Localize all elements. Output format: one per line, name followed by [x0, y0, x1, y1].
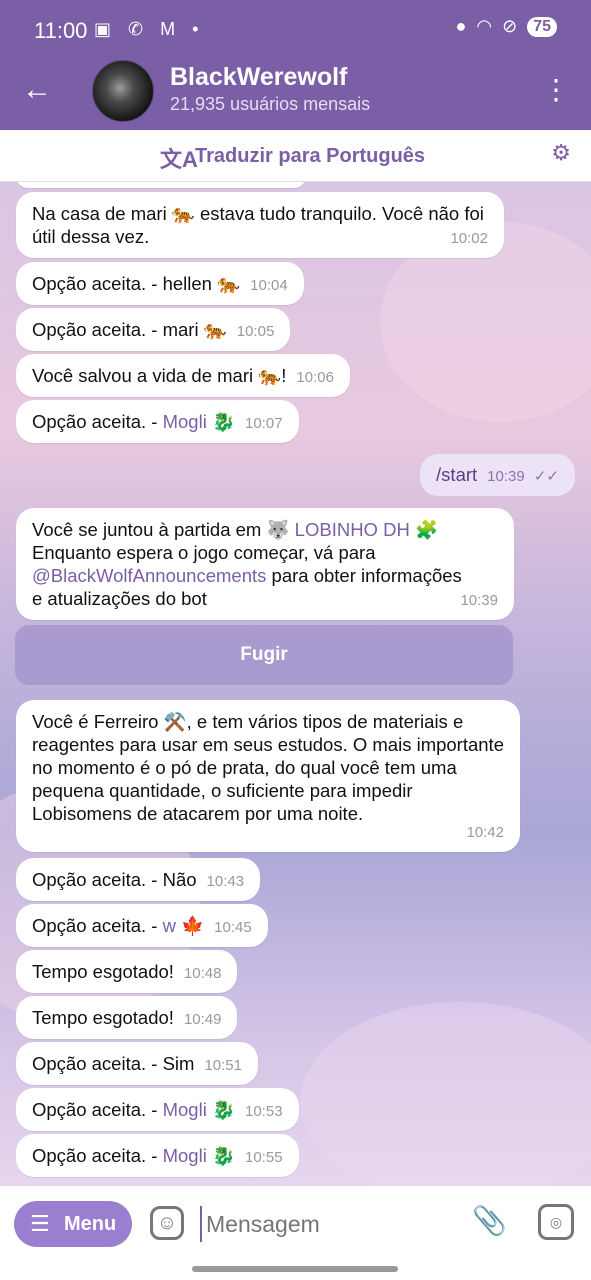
mention-link[interactable]: w [163, 915, 176, 936]
channel-mention-link[interactable]: @BlackWolfAnnouncements [32, 565, 266, 586]
translate-bar: 文A Traduzir para Português ⚙ [0, 130, 591, 182]
back-arrow-icon[interactable]: ← [22, 72, 58, 108]
camera-icon[interactable]: ◎ [538, 1204, 574, 1240]
message-text: para obter informações [266, 565, 462, 586]
message-text: Opção aceita. - hellen 🐅 [32, 273, 241, 294]
message-time: 10:51 [204, 1057, 242, 1074]
message-bubble[interactable]: Opção aceita. - Mogli 🐉 10:07 [16, 400, 299, 443]
message-time: 10:05 [236, 323, 275, 340]
location-icon: ● [455, 16, 467, 36]
menu-label: Menu [64, 1213, 117, 1235]
system-icons: ● ◠ ⊘ 75 [456, 16, 557, 37]
wifi-icon: ◠ [476, 16, 493, 36]
battery-indicator: 75 [527, 16, 557, 37]
message-text: Opção aceita. - mari 🐅 [32, 319, 227, 340]
message-emoji: 🧩 [409, 519, 438, 540]
message-time: 10:43 [206, 873, 245, 890]
message-bubble[interactable]: Tempo esgotado! 10:49 [16, 996, 238, 1039]
avatar[interactable] [92, 60, 154, 122]
message-bubble[interactable]: Opção aceita. - Não 10:43 [16, 858, 261, 901]
mention-link[interactable]: Mogli [163, 1145, 207, 1166]
chat-header: ← BlackWerewolf 21,935 usuários mensais … [0, 58, 591, 130]
fugir-inline-button[interactable]: Fugir [15, 625, 513, 685]
message-time: 10:53 [245, 1103, 283, 1120]
sticker-icon[interactable]: ☺ [150, 1206, 184, 1240]
message-text: Você se juntou à partida em 🐺 [32, 519, 295, 540]
message-bubble[interactable]: Opção aceita. - Mogli 🐉 10:53 [16, 1088, 299, 1131]
message-bubble[interactable] [16, 182, 306, 188]
status-bar: 11:00 ▣ ✆ M • ● ◠ ⊘ 75 [0, 0, 591, 58]
status-time: 11:00 [34, 18, 88, 43]
message-bubble[interactable]: Opção aceita. - hellen 🐅 10:04 [16, 262, 304, 305]
bot-menu-button[interactable]: ☰ Menu [14, 1201, 132, 1247]
message-time: 10:42 [466, 824, 504, 841]
message-bubble[interactable]: Opção aceita. - mari 🐅 10:05 [16, 308, 291, 351]
message-text: Você é Ferreiro ⚒️, e tem vários tipos d… [32, 711, 504, 824]
translate-button[interactable]: Traduzir para Português [195, 145, 425, 168]
message-text: Enquanto espera o jogo começar, vá para [32, 542, 376, 563]
message-text: Opção aceita. - Não [32, 869, 197, 890]
message-text: Tempo esgotado! [32, 1007, 174, 1028]
message-bubble[interactable]: Opção aceita. - Sim 10:51 [16, 1042, 258, 1085]
notification-icons: ▣ ✆ M • [94, 19, 205, 39]
message-bubble[interactable]: Você se juntou à partida em 🐺 LOBINHO DH… [16, 508, 514, 620]
message-emoji: 🐉 [206, 1145, 235, 1166]
translate-settings-icon[interactable]: ⚙ [551, 140, 571, 166]
message-text: /start [436, 464, 478, 485]
message-time: 10:39 [460, 592, 498, 609]
attach-icon[interactable]: 📎 [472, 1204, 507, 1237]
message-time: 10:48 [183, 965, 222, 982]
translate-icon[interactable]: 文A [160, 142, 198, 174]
dnd-icon: ⊘ [502, 16, 518, 36]
outgoing-message[interactable]: /start 10:39 ✓✓ [420, 454, 575, 496]
message-emoji: 🍁 [175, 915, 205, 936]
message-bubble[interactable]: Você salvou a vida de mari 🐅! 10:06 [16, 354, 350, 397]
message-bubble[interactable]: Tempo esgotado! 10:48 [16, 950, 238, 993]
message-text: Opção aceita. - [32, 915, 163, 936]
more-options-icon[interactable]: ⋮ [541, 72, 571, 108]
background-blossom [300, 1002, 591, 1186]
chat-area[interactable]: Na casa de mari 🐅 estava tudo tranquilo.… [0, 182, 591, 1186]
message-text: e atualizações do bot [32, 588, 207, 609]
chat-title[interactable]: BlackWerewolf [170, 63, 347, 92]
read-ticks-icon: ✓✓ [533, 468, 559, 485]
message-text: Você salvou a vida de mari 🐅! [32, 365, 287, 386]
message-text: Opção aceita. - [32, 1145, 163, 1166]
chat-subtitle: 21,935 usuários mensais [170, 94, 371, 114]
message-input[interactable] [200, 1206, 460, 1242]
message-time: 10:45 [214, 919, 252, 936]
message-text: Opção aceita. - [32, 411, 163, 432]
message-text: Opção aceita. - [32, 1099, 163, 1120]
message-time: 10:55 [245, 1149, 283, 1166]
message-bubble[interactable]: Opção aceita. - Mogli 🐉 10:55 [16, 1134, 299, 1177]
mention-link[interactable]: Mogli [163, 1099, 207, 1120]
message-time: 10:39 [487, 468, 525, 485]
message-bubble[interactable]: Opção aceita. - w 🍁 10:45 [16, 904, 268, 947]
message-time: 10:06 [296, 369, 334, 386]
message-text: Opção aceita. - Sim [32, 1053, 195, 1074]
message-text: Tempo esgotado! [32, 961, 174, 982]
message-input-bar: ☰ Menu ☺ 📎 ◎ [0, 1186, 591, 1262]
message-emoji: 🐉 [206, 1099, 235, 1120]
menu-icon: ☰ [30, 1211, 50, 1236]
message-emoji: 🐉 [206, 411, 235, 432]
message-bubble[interactable]: Na casa de mari 🐅 estava tudo tranquilo.… [16, 192, 504, 258]
mention-link[interactable]: Mogli [163, 411, 207, 432]
gesture-handle[interactable] [192, 1266, 398, 1272]
game-link[interactable]: LOBINHO DH [295, 519, 410, 540]
navigation-bar [0, 1262, 591, 1280]
message-text: Na casa de mari 🐅 estava tudo tranquilo.… [32, 203, 484, 247]
message-time: 10:49 [183, 1011, 222, 1028]
message-time: 10:02 [450, 230, 488, 247]
message-time: 10:07 [245, 415, 283, 432]
message-bubble[interactable]: Você é Ferreiro ⚒️, e tem vários tipos d… [16, 700, 520, 852]
message-time: 10:04 [250, 277, 288, 294]
